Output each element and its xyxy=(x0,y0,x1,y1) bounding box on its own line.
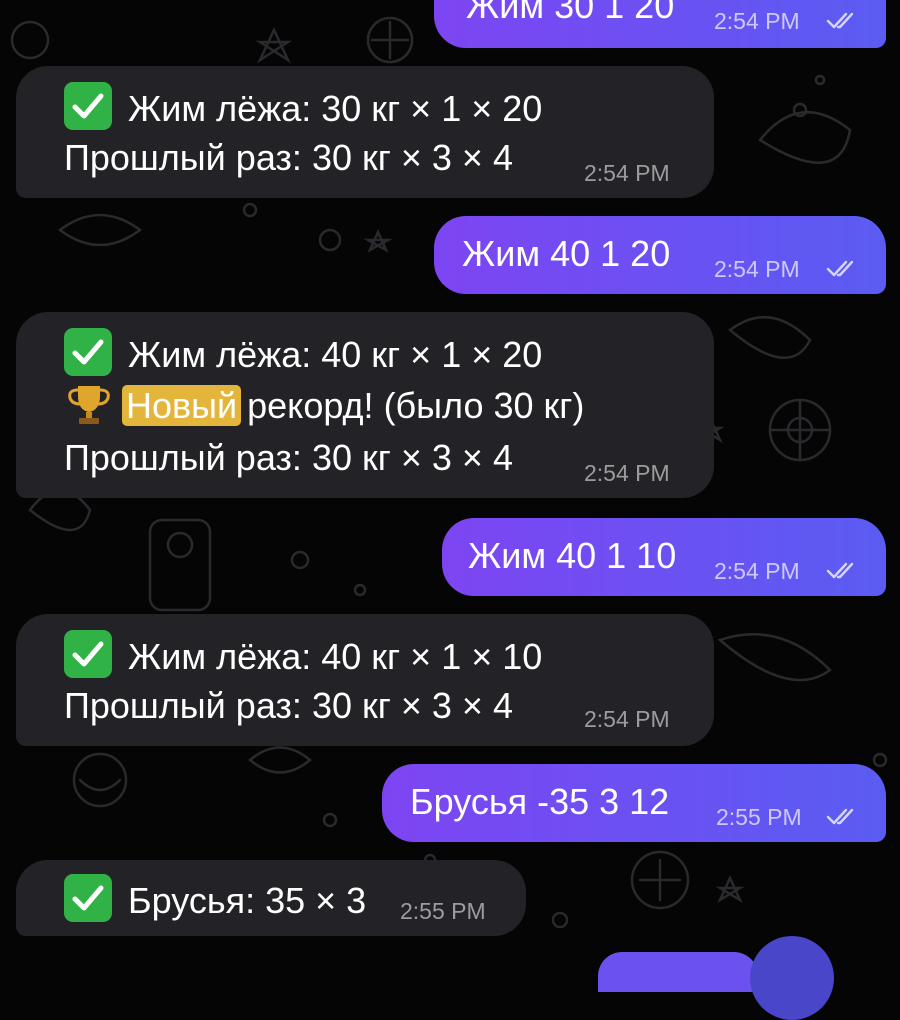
message-text: Жим лёжа: 40 кг × 1 × 10 xyxy=(128,636,543,677)
incoming-message[interactable]: Жим лёжа: 40 кг × 1 × 20 Новый рекорд! (б… xyxy=(16,312,714,498)
incoming-message[interactable]: Жим лёжа: 30 кг × 1 × 20 Прошлый раз: 30… xyxy=(16,66,714,198)
message-text: Брусья -35 3 12 xyxy=(410,781,670,822)
message-line: Жим лёжа: 40 кг × 1 × 10 xyxy=(64,630,542,679)
message-time: 2:54 PM xyxy=(714,8,800,34)
message-text: рекорд! (было 30 кг) xyxy=(247,385,585,426)
message-line: Прошлый раз: 30 кг × 3 × 4 xyxy=(64,136,513,180)
check-mark-button-icon xyxy=(64,874,112,922)
message-text: Прошлый раз: 30 кг × 3 × 4 xyxy=(64,137,513,178)
outgoing-message-partial[interactable] xyxy=(598,952,758,992)
message-time: 2:55 PM xyxy=(716,804,802,830)
message-line: Жим лёжа: 40 кг × 1 × 20 xyxy=(64,328,542,377)
message-line: Прошлый раз: 30 кг × 3 × 4 xyxy=(64,684,513,728)
double-check-icon xyxy=(826,562,854,579)
message-time: 2:54 PM xyxy=(714,558,800,584)
outgoing-message[interactable]: Жим 40 1 20 2:54 PM xyxy=(434,216,886,294)
message-text: Брусья: 35 × 3 xyxy=(128,880,367,921)
check-mark-button-icon xyxy=(64,82,112,130)
highlighted-word: Новый xyxy=(122,385,242,426)
message-time: 2:54 PM xyxy=(714,256,800,282)
scroll-to-bottom-icon[interactable] xyxy=(750,936,834,1020)
message-time: 2:54 PM xyxy=(584,460,670,486)
outgoing-message[interactable]: Жим 30 1 20 2:54 PM xyxy=(434,0,886,48)
message-text: Прошлый раз: 30 кг × 3 × 4 xyxy=(64,685,513,726)
check-mark-button-icon xyxy=(64,328,112,376)
message-line: Брусья: 35 × 3 xyxy=(64,874,366,923)
check-mark-button-icon xyxy=(64,630,112,678)
outgoing-message[interactable]: Жим 40 1 10 2:54 PM xyxy=(442,518,886,596)
message-text: Жим лёжа: 40 кг × 1 × 20 xyxy=(128,334,543,375)
message-line: Новый рекорд! (было 30 кг) xyxy=(64,382,584,428)
incoming-message[interactable]: Жим лёжа: 40 кг × 1 × 10 Прошлый раз: 30… xyxy=(16,614,714,746)
message-time: 2:54 PM xyxy=(584,706,670,732)
message-text: Жим 40 1 10 xyxy=(468,535,677,576)
double-check-icon xyxy=(826,12,854,29)
outgoing-message[interactable]: Брусья -35 3 12 2:55 PM xyxy=(382,764,886,842)
message-text: Прошлый раз: 30 кг × 3 × 4 xyxy=(64,437,513,478)
message-time: 2:54 PM xyxy=(584,160,670,186)
message-text: Жим 30 1 20 xyxy=(466,0,675,26)
message-line: Прошлый раз: 30 кг × 3 × 4 xyxy=(64,436,513,480)
double-check-icon xyxy=(826,808,854,825)
message-text: Жим лёжа: 30 кг × 1 × 20 xyxy=(128,88,543,129)
incoming-message[interactable]: Брусья: 35 × 3 2:55 PM xyxy=(16,860,526,936)
trophy-icon xyxy=(68,386,110,424)
message-line: Жим лёжа: 30 кг × 1 × 20 xyxy=(64,82,542,131)
message-time: 2:55 PM xyxy=(400,898,486,924)
double-check-icon xyxy=(826,260,854,277)
message-text: Жим 40 1 20 xyxy=(462,233,671,274)
